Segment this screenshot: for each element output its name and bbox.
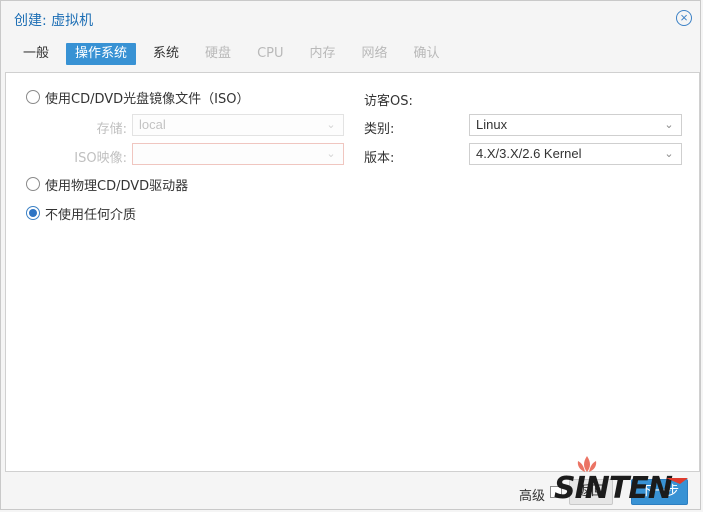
no-media-radio[interactable]	[26, 206, 40, 220]
tab-disk: 硬盘	[205, 46, 232, 61]
tab-network: 网络	[361, 46, 388, 61]
watermark-logo: SINTEN	[548, 452, 698, 506]
tab-os[interactable]: 操作系统	[66, 43, 137, 65]
iso-radio[interactable]	[26, 90, 40, 104]
chevron-down-icon: ⌄	[326, 119, 336, 131]
tab-general[interactable]: 一般	[14, 43, 58, 65]
physical-drive-radio[interactable]	[26, 177, 40, 191]
guest-os-heading: 访客OS:	[364, 94, 413, 109]
tab-system[interactable]: 系统	[144, 43, 188, 65]
physical-drive-option-row[interactable]: 使用物理CD/DVD驱动器	[26, 174, 188, 194]
watermark-text: SINTEN	[554, 471, 673, 504]
tab-confirm: 确认	[413, 46, 440, 61]
storage-value: local	[139, 117, 166, 132]
os-type-value: Linux	[476, 117, 508, 132]
os-type-select[interactable]: Linux ⌄	[469, 114, 682, 136]
close-icon[interactable]: ×	[676, 10, 692, 26]
storage-label: 存储:	[96, 122, 127, 137]
tab-cpu: CPU	[257, 46, 284, 61]
iso-option-row[interactable]: 使用CD/DVD光盘镜像文件（ISO）	[26, 87, 249, 107]
dialog-title: 创建: 虚拟机	[14, 13, 94, 29]
chevron-down-icon[interactable]: ⌄	[663, 144, 675, 164]
os-version-value: 4.X/3.X/2.6 Kernel	[476, 146, 582, 161]
physical-drive-option-label: 使用物理CD/DVD驱动器	[45, 178, 189, 194]
chevron-down-icon[interactable]: ⌄	[663, 115, 675, 135]
iso-option-label: 使用CD/DVD光盘镜像文件（ISO）	[45, 91, 250, 107]
advanced-label: 高级	[519, 489, 546, 504]
iso-image-label: ISO映像:	[74, 151, 127, 166]
chevron-down-icon: ⌄	[326, 148, 336, 160]
iso-image-select: ⌄	[132, 143, 344, 165]
storage-select: local ⌄	[132, 114, 344, 136]
watermark-logo-graphic: SINTEN	[554, 456, 688, 506]
os-version-label: 版本:	[364, 151, 395, 166]
os-type-label: 类别:	[364, 122, 395, 137]
no-media-option-row[interactable]: 不使用任何介质	[26, 203, 136, 223]
tab-memory: 内存	[309, 46, 336, 61]
os-settings-panel: 使用CD/DVD光盘镜像文件（ISO） 存储: local ⌄ ISO映像: ⌄…	[5, 72, 700, 472]
wizard-tabs: 一般 操作系统 系统 硬盘 CPU 内存 网络 确认	[14, 43, 457, 67]
no-media-option-label: 不使用任何介质	[45, 207, 137, 223]
os-version-select[interactable]: 4.X/3.X/2.6 Kernel ⌄	[469, 143, 682, 165]
dialog-titlebar: 创建: 虚拟机 ×	[1, 1, 700, 37]
create-vm-dialog: 创建: 虚拟机 × 一般 操作系统 系统 硬盘 CPU 内存 网络 确认 使用C…	[0, 0, 701, 510]
